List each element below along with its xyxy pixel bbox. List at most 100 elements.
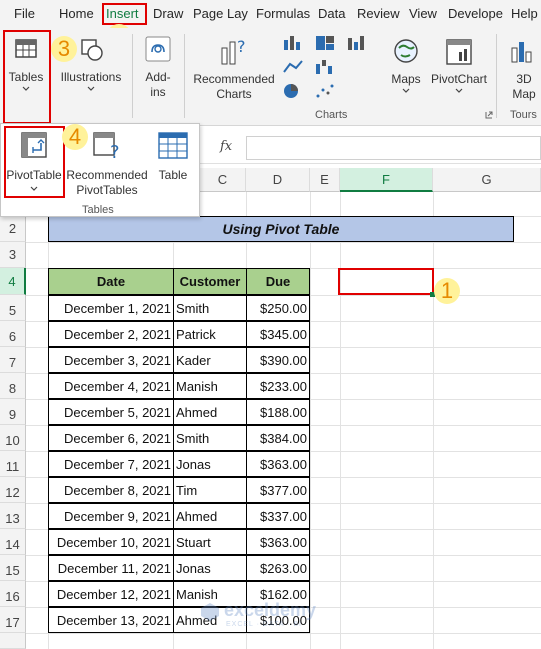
watermark-brand: exceldemy bbox=[224, 600, 317, 620]
column-header-c[interactable]: C bbox=[200, 168, 246, 192]
waterfall-chart-icon[interactable] bbox=[314, 58, 338, 76]
cell-due[interactable]: $188.00 bbox=[246, 399, 310, 425]
cell-customer[interactable]: Ahmed bbox=[173, 503, 247, 529]
cell-due[interactable]: $337.00 bbox=[246, 503, 310, 529]
cell-customer[interactable]: Tim bbox=[173, 477, 247, 503]
cell-customer[interactable]: Manish bbox=[173, 373, 247, 399]
tab-data[interactable]: Data bbox=[318, 0, 345, 28]
row-header-11[interactable]: 11 bbox=[0, 451, 26, 477]
cell-due[interactable]: $384.00 bbox=[246, 425, 310, 451]
row-header-3[interactable]: 3 bbox=[0, 242, 26, 268]
row-header-5[interactable]: 5 bbox=[0, 295, 26, 321]
recommended-charts-label-line2: Charts bbox=[216, 87, 252, 101]
pie-chart-icon[interactable] bbox=[282, 82, 306, 100]
tab-file[interactable]: File bbox=[14, 0, 35, 28]
shapes-icon bbox=[81, 39, 103, 61]
cell-date[interactable]: December 4, 2021 bbox=[48, 373, 174, 399]
recommended-pivottables-icon: ? bbox=[93, 132, 120, 162]
selected-cell-f4[interactable] bbox=[338, 268, 434, 295]
row-header-16[interactable]: 16 bbox=[0, 581, 26, 607]
cell-date[interactable]: December 1, 2021 bbox=[48, 295, 174, 321]
tab-formulas[interactable]: Formulas bbox=[256, 0, 310, 28]
pivotchart-button[interactable]: PivotChart bbox=[430, 30, 488, 122]
cell-date[interactable]: December 13, 2021 bbox=[48, 607, 174, 633]
cell-customer[interactable]: Ahmed bbox=[173, 399, 247, 425]
illustrations-label: Illustrations bbox=[60, 70, 122, 84]
header-date[interactable]: Date bbox=[48, 268, 174, 295]
cell-due[interactable]: $233.00 bbox=[246, 373, 310, 399]
cell-due[interactable]: $263.00 bbox=[246, 555, 310, 581]
row-header-7[interactable]: 7 bbox=[0, 347, 26, 373]
addins-label-line1: Add- bbox=[145, 70, 171, 84]
cell-due[interactable]: $363.00 bbox=[246, 529, 310, 555]
tab-page-layout[interactable]: Page Lay bbox=[193, 0, 248, 28]
cell-customer[interactable]: Kader bbox=[173, 347, 247, 373]
row-header-15[interactable]: 15 bbox=[0, 555, 26, 581]
tables-group-label: Tables bbox=[82, 204, 114, 216]
dialog-launcher-icon[interactable] bbox=[485, 111, 493, 119]
cell-due[interactable]: $345.00 bbox=[246, 321, 310, 347]
chevron-down-icon bbox=[87, 86, 95, 91]
cell-customer[interactable]: Smith bbox=[173, 295, 247, 321]
cell-date[interactable]: December 9, 2021 bbox=[48, 503, 174, 529]
scatter-chart-icon[interactable] bbox=[314, 82, 338, 100]
tab-review[interactable]: Review bbox=[357, 0, 400, 28]
tab-help[interactable]: Help bbox=[511, 0, 538, 28]
cell-customer[interactable]: Stuart bbox=[173, 529, 247, 555]
maps-button[interactable]: Maps bbox=[384, 30, 428, 122]
row-header-13[interactable]: 13 bbox=[0, 503, 26, 529]
row-header-4[interactable]: 4 bbox=[0, 268, 26, 295]
cell-date[interactable]: December 7, 2021 bbox=[48, 451, 174, 477]
row-header-8[interactable]: 8 bbox=[0, 373, 26, 399]
formula-input[interactable] bbox=[246, 136, 541, 160]
cell-customer[interactable]: Jonas bbox=[173, 555, 247, 581]
line-chart-icon[interactable] bbox=[282, 58, 306, 76]
header-customer[interactable]: Customer bbox=[173, 268, 247, 295]
cell-due[interactable]: $363.00 bbox=[246, 451, 310, 477]
hierarchy-chart-icon[interactable] bbox=[314, 34, 338, 52]
row-header-2[interactable]: 2 bbox=[0, 216, 26, 242]
row-header-10[interactable]: 10 bbox=[0, 425, 26, 451]
addins-label-line2: ins bbox=[150, 85, 166, 99]
tab-home[interactable]: Home bbox=[59, 0, 94, 28]
cell-date[interactable]: December 6, 2021 bbox=[48, 425, 174, 451]
row-header-18[interactable] bbox=[0, 633, 26, 649]
insert-table-button[interactable]: Table bbox=[151, 128, 195, 200]
row-header-17[interactable]: 17 bbox=[0, 607, 26, 633]
column-chart-icon[interactable] bbox=[282, 34, 306, 52]
chevron-down-icon bbox=[455, 88, 463, 93]
tab-draw[interactable]: Draw bbox=[153, 0, 183, 28]
addins-button[interactable]: Add- ins bbox=[138, 30, 178, 122]
cell-customer[interactable]: Smith bbox=[173, 425, 247, 451]
cell-date[interactable]: December 5, 2021 bbox=[48, 399, 174, 425]
cell-date[interactable]: December 2, 2021 bbox=[48, 321, 174, 347]
recommended-charts-button[interactable]: ? Recommended Charts bbox=[190, 30, 278, 122]
cell-date[interactable]: December 11, 2021 bbox=[48, 555, 174, 581]
tours-group-label: Tours bbox=[510, 109, 537, 121]
cell-due[interactable]: $390.00 bbox=[246, 347, 310, 373]
row-header-14[interactable]: 14 bbox=[0, 529, 26, 555]
cell-date[interactable]: December 10, 2021 bbox=[48, 529, 174, 555]
cell-due[interactable]: $377.00 bbox=[246, 477, 310, 503]
column-header-d[interactable]: D bbox=[246, 168, 310, 192]
column-header-g[interactable]: G bbox=[433, 168, 541, 192]
cell-customer[interactable]: Patrick bbox=[173, 321, 247, 347]
cell-due[interactable]: $250.00 bbox=[246, 295, 310, 321]
column-header-e[interactable]: E bbox=[310, 168, 340, 192]
step-3-badge: 3 bbox=[51, 36, 77, 62]
cell-customer[interactable]: Jonas bbox=[173, 451, 247, 477]
sheet-title[interactable]: Using Pivot Table bbox=[48, 216, 514, 242]
column-header-f[interactable]: F bbox=[340, 168, 433, 192]
row-header-6[interactable]: 6 bbox=[0, 321, 26, 347]
cell-date[interactable]: December 8, 2021 bbox=[48, 477, 174, 503]
cell-date[interactable]: December 12, 2021 bbox=[48, 581, 174, 607]
statistic-chart-icon[interactable] bbox=[346, 34, 370, 52]
tab-developer[interactable]: Develope bbox=[448, 0, 503, 28]
recommended-charts-icon: ? bbox=[221, 37, 246, 65]
tab-view[interactable]: View bbox=[409, 0, 437, 28]
fx-icon[interactable]: fx bbox=[220, 139, 232, 154]
header-due[interactable]: Due bbox=[246, 268, 310, 295]
row-header-12[interactable]: 12 bbox=[0, 477, 26, 503]
row-header-9[interactable]: 9 bbox=[0, 399, 26, 425]
cell-date[interactable]: December 3, 2021 bbox=[48, 347, 174, 373]
